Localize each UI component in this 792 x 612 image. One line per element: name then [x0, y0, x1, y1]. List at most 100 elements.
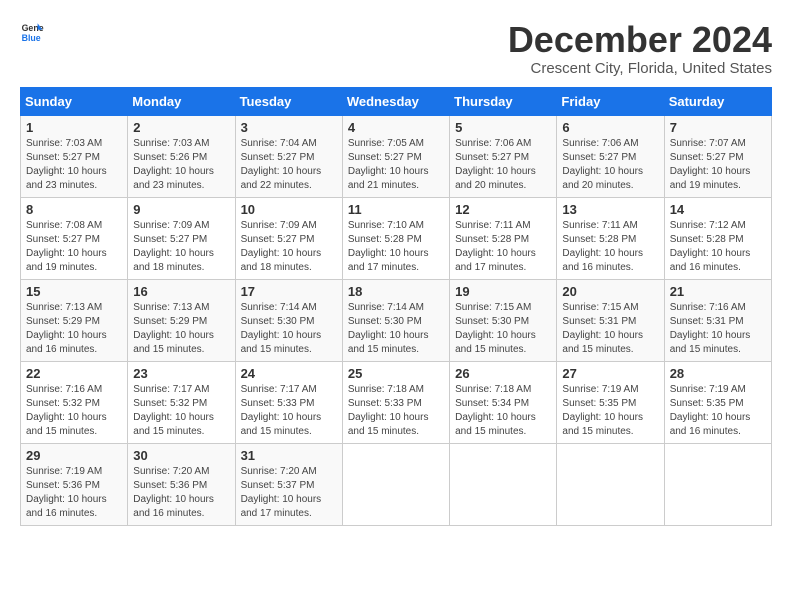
day-info: Sunrise: 7:19 AM Sunset: 5:35 PM Dayligh… — [670, 383, 766, 439]
calendar-cell: 29 Sunrise: 7:19 AM Sunset: 5:36 PM Dayl… — [21, 443, 128, 525]
day-info: Sunrise: 7:15 AM Sunset: 5:31 PM Dayligh… — [562, 301, 658, 357]
header-friday: Friday — [557, 87, 664, 115]
calendar-table: Sunday Monday Tuesday Wednesday Thursday… — [20, 87, 772, 526]
calendar-cell: 16 Sunrise: 7:13 AM Sunset: 5:29 PM Dayl… — [128, 279, 235, 361]
calendar-cell: 23 Sunrise: 7:17 AM Sunset: 5:32 PM Dayl… — [128, 361, 235, 443]
day-info: Sunrise: 7:14 AM Sunset: 5:30 PM Dayligh… — [348, 301, 444, 357]
logo-icon: General Blue — [20, 20, 44, 44]
day-number: 1 — [26, 120, 122, 135]
day-number: 2 — [133, 120, 229, 135]
day-number: 19 — [455, 284, 551, 299]
title-area: December 2024 Crescent City, Florida, Un… — [508, 20, 772, 77]
calendar-cell: 14 Sunrise: 7:12 AM Sunset: 5:28 PM Dayl… — [664, 197, 771, 279]
day-number: 27 — [562, 366, 658, 381]
day-info: Sunrise: 7:13 AM Sunset: 5:29 PM Dayligh… — [133, 301, 229, 357]
calendar-cell: 11 Sunrise: 7:10 AM Sunset: 5:28 PM Dayl… — [342, 197, 449, 279]
calendar-cell: 27 Sunrise: 7:19 AM Sunset: 5:35 PM Dayl… — [557, 361, 664, 443]
day-info: Sunrise: 7:17 AM Sunset: 5:33 PM Dayligh… — [241, 383, 337, 439]
day-number: 30 — [133, 448, 229, 463]
day-info: Sunrise: 7:06 AM Sunset: 5:27 PM Dayligh… — [562, 137, 658, 193]
day-info: Sunrise: 7:19 AM Sunset: 5:36 PM Dayligh… — [26, 465, 122, 521]
header-sunday: Sunday — [21, 87, 128, 115]
day-number: 13 — [562, 202, 658, 217]
day-info: Sunrise: 7:16 AM Sunset: 5:32 PM Dayligh… — [26, 383, 122, 439]
header-wednesday: Wednesday — [342, 87, 449, 115]
day-number: 20 — [562, 284, 658, 299]
calendar-cell: 9 Sunrise: 7:09 AM Sunset: 5:27 PM Dayli… — [128, 197, 235, 279]
day-info: Sunrise: 7:18 AM Sunset: 5:34 PM Dayligh… — [455, 383, 551, 439]
day-info: Sunrise: 7:17 AM Sunset: 5:32 PM Dayligh… — [133, 383, 229, 439]
calendar-cell: 3 Sunrise: 7:04 AM Sunset: 5:27 PM Dayli… — [235, 115, 342, 197]
header-monday: Monday — [128, 87, 235, 115]
calendar-cell: 13 Sunrise: 7:11 AM Sunset: 5:28 PM Dayl… — [557, 197, 664, 279]
day-number: 15 — [26, 284, 122, 299]
calendar-cell: 2 Sunrise: 7:03 AM Sunset: 5:26 PM Dayli… — [128, 115, 235, 197]
header-tuesday: Tuesday — [235, 87, 342, 115]
calendar-cell: 20 Sunrise: 7:15 AM Sunset: 5:31 PM Dayl… — [557, 279, 664, 361]
day-number: 16 — [133, 284, 229, 299]
calendar-week-row: 29 Sunrise: 7:19 AM Sunset: 5:36 PM Dayl… — [21, 443, 772, 525]
header-saturday: Saturday — [664, 87, 771, 115]
calendar-week-row: 8 Sunrise: 7:08 AM Sunset: 5:27 PM Dayli… — [21, 197, 772, 279]
calendar-cell: 4 Sunrise: 7:05 AM Sunset: 5:27 PM Dayli… — [342, 115, 449, 197]
calendar-subtitle: Crescent City, Florida, United States — [508, 60, 772, 77]
day-info: Sunrise: 7:08 AM Sunset: 5:27 PM Dayligh… — [26, 219, 122, 275]
calendar-cell: 21 Sunrise: 7:16 AM Sunset: 5:31 PM Dayl… — [664, 279, 771, 361]
day-info: Sunrise: 7:20 AM Sunset: 5:37 PM Dayligh… — [241, 465, 337, 521]
day-info: Sunrise: 7:03 AM Sunset: 5:27 PM Dayligh… — [26, 137, 122, 193]
day-number: 5 — [455, 120, 551, 135]
day-info: Sunrise: 7:14 AM Sunset: 5:30 PM Dayligh… — [241, 301, 337, 357]
day-info: Sunrise: 7:07 AM Sunset: 5:27 PM Dayligh… — [670, 137, 766, 193]
calendar-cell: 31 Sunrise: 7:20 AM Sunset: 5:37 PM Dayl… — [235, 443, 342, 525]
logo: General Blue — [20, 20, 44, 44]
svg-text:Blue: Blue — [22, 33, 41, 43]
day-number: 24 — [241, 366, 337, 381]
day-number: 23 — [133, 366, 229, 381]
day-number: 6 — [562, 120, 658, 135]
day-number: 4 — [348, 120, 444, 135]
calendar-cell: 1 Sunrise: 7:03 AM Sunset: 5:27 PM Dayli… — [21, 115, 128, 197]
day-info: Sunrise: 7:09 AM Sunset: 5:27 PM Dayligh… — [133, 219, 229, 275]
day-info: Sunrise: 7:03 AM Sunset: 5:26 PM Dayligh… — [133, 137, 229, 193]
calendar-week-row: 15 Sunrise: 7:13 AM Sunset: 5:29 PM Dayl… — [21, 279, 772, 361]
day-info: Sunrise: 7:18 AM Sunset: 5:33 PM Dayligh… — [348, 383, 444, 439]
calendar-cell: 25 Sunrise: 7:18 AM Sunset: 5:33 PM Dayl… — [342, 361, 449, 443]
calendar-week-row: 22 Sunrise: 7:16 AM Sunset: 5:32 PM Dayl… — [21, 361, 772, 443]
day-number: 11 — [348, 202, 444, 217]
day-number: 17 — [241, 284, 337, 299]
calendar-cell: 18 Sunrise: 7:14 AM Sunset: 5:30 PM Dayl… — [342, 279, 449, 361]
day-number: 8 — [26, 202, 122, 217]
day-info: Sunrise: 7:20 AM Sunset: 5:36 PM Dayligh… — [133, 465, 229, 521]
calendar-cell — [450, 443, 557, 525]
day-number: 29 — [26, 448, 122, 463]
day-number: 31 — [241, 448, 337, 463]
calendar-cell: 17 Sunrise: 7:14 AM Sunset: 5:30 PM Dayl… — [235, 279, 342, 361]
day-number: 7 — [670, 120, 766, 135]
calendar-cell: 26 Sunrise: 7:18 AM Sunset: 5:34 PM Dayl… — [450, 361, 557, 443]
calendar-cell: 30 Sunrise: 7:20 AM Sunset: 5:36 PM Dayl… — [128, 443, 235, 525]
calendar-cell: 7 Sunrise: 7:07 AM Sunset: 5:27 PM Dayli… — [664, 115, 771, 197]
calendar-cell: 28 Sunrise: 7:19 AM Sunset: 5:35 PM Dayl… — [664, 361, 771, 443]
day-number: 10 — [241, 202, 337, 217]
calendar-cell: 5 Sunrise: 7:06 AM Sunset: 5:27 PM Dayli… — [450, 115, 557, 197]
calendar-cell: 12 Sunrise: 7:11 AM Sunset: 5:28 PM Dayl… — [450, 197, 557, 279]
day-info: Sunrise: 7:12 AM Sunset: 5:28 PM Dayligh… — [670, 219, 766, 275]
header-thursday: Thursday — [450, 87, 557, 115]
day-number: 25 — [348, 366, 444, 381]
calendar-cell: 24 Sunrise: 7:17 AM Sunset: 5:33 PM Dayl… — [235, 361, 342, 443]
calendar-cell — [342, 443, 449, 525]
calendar-cell — [664, 443, 771, 525]
day-info: Sunrise: 7:19 AM Sunset: 5:35 PM Dayligh… — [562, 383, 658, 439]
day-info: Sunrise: 7:11 AM Sunset: 5:28 PM Dayligh… — [562, 219, 658, 275]
calendar-cell: 22 Sunrise: 7:16 AM Sunset: 5:32 PM Dayl… — [21, 361, 128, 443]
calendar-cell: 8 Sunrise: 7:08 AM Sunset: 5:27 PM Dayli… — [21, 197, 128, 279]
day-number: 28 — [670, 366, 766, 381]
day-info: Sunrise: 7:10 AM Sunset: 5:28 PM Dayligh… — [348, 219, 444, 275]
day-number: 26 — [455, 366, 551, 381]
calendar-cell: 15 Sunrise: 7:13 AM Sunset: 5:29 PM Dayl… — [21, 279, 128, 361]
day-info: Sunrise: 7:11 AM Sunset: 5:28 PM Dayligh… — [455, 219, 551, 275]
day-number: 9 — [133, 202, 229, 217]
day-number: 18 — [348, 284, 444, 299]
day-info: Sunrise: 7:06 AM Sunset: 5:27 PM Dayligh… — [455, 137, 551, 193]
page-header: General Blue December 2024 Crescent City… — [20, 20, 772, 77]
